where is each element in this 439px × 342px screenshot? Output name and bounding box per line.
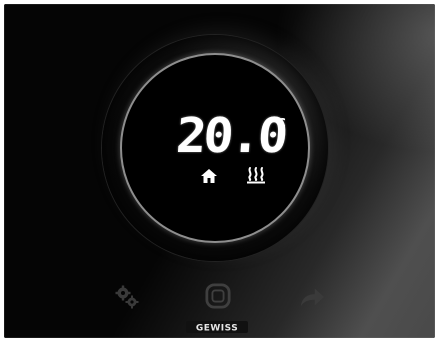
temperature-display: 20.0 [174, 108, 287, 164]
forward-arrow-icon [300, 288, 325, 307]
forward-button[interactable] [299, 284, 325, 310]
svg-text:GEWISS: GEWISS [196, 324, 238, 334]
settings-button[interactable] [114, 284, 140, 310]
temperature-unit: °C [271, 116, 286, 130]
temperature-value: 20.0 [174, 108, 288, 164]
home-icon [200, 168, 218, 184]
heating-icon [246, 166, 265, 184]
brand-logo: GEWISS [186, 321, 248, 336]
home-button-icon [205, 283, 231, 309]
center-button[interactable] [205, 283, 231, 309]
gears-icon [115, 285, 139, 309]
